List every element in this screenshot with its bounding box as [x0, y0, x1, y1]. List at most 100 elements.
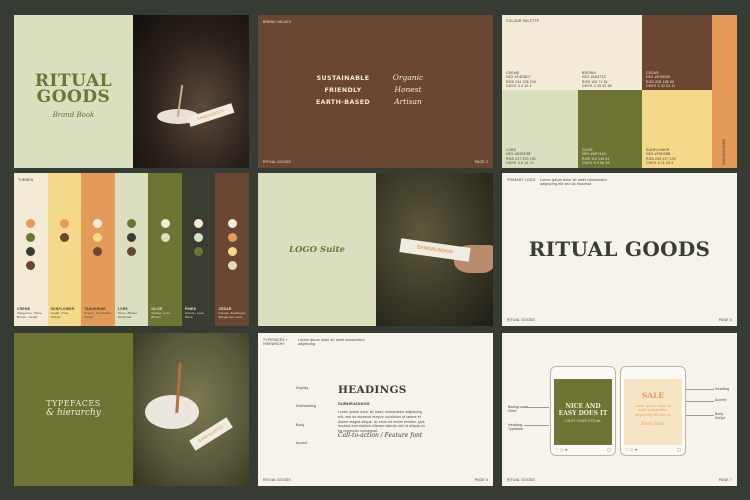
connector-line	[686, 389, 714, 390]
swatch-cmyk: CMYK 0 11 43 4	[646, 160, 674, 165]
values-footer-left: RITUAL GOODS	[263, 159, 291, 164]
theme-column-cedar: CEDAR Creme, Sunflower, Tangerine, Lore	[215, 173, 249, 326]
package-label: SANDALWOOD	[196, 107, 226, 122]
connector-line	[524, 425, 549, 426]
post-image-cream: SALE Lorem ipsum dolor sit amet consecte…	[624, 379, 682, 445]
label-accent: Accent	[296, 440, 308, 445]
theme-color-dot	[127, 219, 137, 228]
theme-dots	[148, 219, 182, 242]
theme-color-dot	[227, 261, 237, 270]
theme-color-dot	[127, 247, 137, 256]
slide-colour-palette[interactable]: COLOUR PALETTE CREME HEX #F4EBD7 RGB 244…	[502, 15, 737, 168]
primary-logo-footer-left: RITUAL GOODS	[507, 317, 535, 322]
swatch-brown: BROWN HEX #6A4733 RGB 106 71 51 CMYK 0 3…	[578, 15, 642, 90]
swatch-hex: HEX #6E7433	[582, 152, 606, 157]
note-olive: Olive	[508, 409, 517, 414]
logo-suite-title: LOGO Suite	[289, 245, 345, 255]
sample-subheadings: SUBHEADINGS	[338, 401, 370, 406]
theme-dots	[14, 219, 48, 270]
primary-logo-heading: PRIMARY LOGO	[507, 178, 536, 182]
cover-title: RITUAL GOODS	[14, 73, 133, 106]
typefaces-title: TYPEFACES & hierarchy	[14, 399, 133, 418]
bookmark-icon[interactable]: □	[607, 447, 611, 452]
logo-suite-photo: SANDALWOOD	[376, 173, 493, 326]
post-1-title: NICE AND EASY DOES IT	[554, 403, 612, 417]
post-1-actions: ♡ ○ ➤	[555, 447, 568, 452]
theme-color-dot	[93, 233, 103, 242]
slide-themes[interactable]: CREME Tangerine, Olive, Brown, Cedar SUNFL…	[14, 173, 249, 326]
slide-primary-logo[interactable]: PRIMARY LOGO Lorem ipsum dolor sit amet …	[502, 173, 737, 326]
theme-color-dot	[26, 219, 36, 228]
theme-description: Creme, Lore, Brown	[151, 311, 172, 319]
value-friendly: FRIENDLY	[324, 87, 362, 94]
slide-logo-suite[interactable]: LOGO Suite SANDALWOOD	[258, 173, 493, 326]
note-script: Script	[715, 415, 725, 420]
theme-color-dot	[194, 233, 204, 242]
slide-brand-values[interactable]: BRAND VALUES SUSTAINABLE FRIENDLY EARTH-…	[258, 15, 493, 168]
sample-headings: HEADINGS	[338, 384, 407, 396]
mockup-footer-right: PAGE 7	[718, 477, 732, 482]
comment-icon[interactable]: ○	[560, 447, 564, 452]
label-display: Display	[296, 386, 309, 390]
theme-color-dot	[227, 247, 237, 256]
theme-description: Cedar, Pine, Yellow	[50, 311, 70, 319]
label-subheading: Subheading	[296, 404, 317, 409]
hierarchy-heading: TYPEFACES + HIERARCHY	[263, 338, 289, 347]
hierarchy-labels: Display Subheading Body Accent	[296, 386, 316, 445]
theme-column-olive: OLIVE Creme, Lore, Brown	[148, 173, 182, 326]
theme-dots	[215, 219, 249, 270]
heart-icon[interactable]: ♡	[555, 447, 559, 452]
typefaces-title-line-2: & hierarchy	[46, 408, 101, 418]
value-artisan: Artisan	[394, 97, 422, 106]
heart-icon[interactable]: ♡	[625, 447, 629, 452]
theme-color-dot	[227, 233, 237, 242]
share-icon[interactable]: ➤	[565, 447, 568, 452]
incense-package: SANDALWOOD	[399, 238, 471, 262]
theme-description: Creme, Lore, Olive	[184, 311, 205, 319]
slide-cover[interactable]: RITUAL GOODS Brand Book SANDALWOOD	[14, 15, 249, 168]
sample-accent: Call-to-action / Feature font	[338, 432, 423, 439]
slide-typefaces-hierarchy[interactable]: TYPEFACES + HIERARCHY Lorem ipsum dolor …	[258, 333, 493, 486]
mockup-footer-left: RITUAL GOODS	[507, 477, 535, 482]
post-1-sub: LIGHT YOUR RITUAL	[564, 419, 602, 423]
phone-mockup-2: SALE Lorem ipsum dolor sit amet consecte…	[620, 366, 686, 456]
mockup-left-notes: Background Olive Heading Typeface	[508, 405, 528, 431]
post-1-title-line-1: NICE AND	[565, 403, 601, 410]
connector-line	[686, 415, 714, 416]
theme-column-pines: PINES Creme, Lore, Olive	[181, 173, 216, 326]
connector-line	[686, 401, 714, 402]
post-2-actions: ♡ ○ ➤	[625, 447, 638, 452]
share-icon[interactable]: ➤	[635, 447, 638, 452]
swatch-creme: COLOUR PALETTE CREME HEX #F4EBD7 RGB 244…	[502, 15, 578, 90]
typefaces-photo: SANDALWOOD	[133, 333, 249, 486]
slide-typefaces-cover[interactable]: TYPEFACES & hierarchy SANDALWOOD	[14, 333, 249, 486]
incense-package: SANDALWOOD	[189, 417, 233, 451]
theme-color-dot	[160, 219, 170, 228]
theme-color-dot	[26, 247, 36, 256]
incense-dish	[145, 395, 199, 429]
cover-photo: SANDALWOOD	[133, 15, 249, 168]
value-sustainable: SUSTAINABLE	[316, 75, 370, 82]
post-2-body: Lorem ipsum dolor sit amet consectetur a…	[634, 404, 672, 417]
theme-color-dot	[59, 219, 69, 228]
palette-heading: COLOUR PALETTE	[506, 19, 540, 23]
slide-social-mockups[interactable]: Background Olive Heading Typeface NICE A…	[502, 333, 737, 486]
sample-body: Lorem ipsum dolor sit amet, consectetur …	[338, 410, 426, 434]
swatch-cmyk: CMYK 0 33 52 58	[582, 83, 612, 88]
hierarchy-note: Lorem ipsum dolor sit amet consectetur a…	[298, 338, 365, 347]
swatch-info: OLIVE HEX #6E7433 RGB 110 116 51 CMYK 5 …	[582, 148, 610, 165]
theme-description: Tangerine, Olive, Brown, Cedar	[17, 311, 43, 319]
note-typeface: Typeface	[508, 426, 524, 431]
primary-logo-mark: RITUAL GOODS	[528, 237, 711, 261]
values-footer-right: PAGE 2	[474, 159, 488, 164]
values-left-list: SUSTAINABLE FRIENDLY EARTH-BASED	[298, 73, 388, 109]
theme-color-dot	[227, 219, 237, 228]
primary-logo-footer-right: PAGE 5	[718, 317, 732, 322]
swatch-info: BROWN HEX #6A4733 RGB 106 71 51 CMYK 0 3…	[582, 71, 612, 88]
cedar-side-label: SANDALWOOD	[722, 138, 726, 165]
theme-dots	[48, 219, 82, 242]
comment-icon[interactable]: ○	[630, 447, 634, 452]
bookmark-icon[interactable]: □	[677, 447, 681, 452]
swatch-cmyk: CMYK 3 0 14 13	[506, 160, 534, 165]
post-1-title-line-2: EASY DOES IT	[558, 410, 608, 417]
